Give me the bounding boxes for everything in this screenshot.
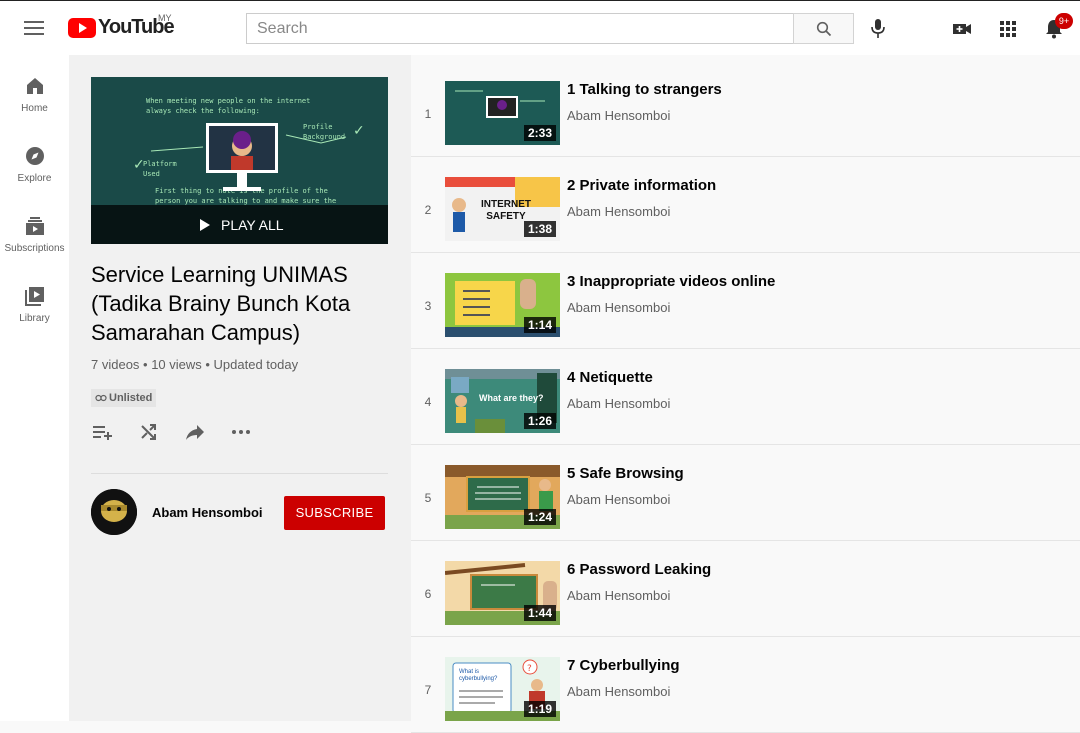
video-thumbnail[interactable]: 1:24 xyxy=(445,465,560,529)
thumbnail-caption: INTERNET SAFETY xyxy=(481,199,531,222)
library-icon xyxy=(24,287,44,306)
create-video-icon[interactable] xyxy=(950,17,974,41)
video-title[interactable]: 2 Private information xyxy=(567,177,716,194)
video-index: 5 xyxy=(424,491,432,505)
guide-item-explore[interactable]: Explore xyxy=(0,145,69,184)
video-thumbnail[interactable]: What are they? 1:26 xyxy=(445,369,560,433)
search-icon xyxy=(816,21,832,37)
thumbnail-caption: What are they? xyxy=(479,393,544,403)
guide-label-subscriptions: Subscriptions xyxy=(4,243,65,254)
play-all-button[interactable]: PLAY ALL xyxy=(199,217,284,233)
thumbnail-caption: What is cyberbullying? xyxy=(459,669,498,682)
guide-label-explore: Explore xyxy=(17,173,52,184)
video-title[interactable]: 5 Safe Browsing xyxy=(567,465,684,482)
video-duration: 1:14 xyxy=(523,317,556,333)
notification-badge: 9+ xyxy=(1055,13,1073,29)
menu-icon[interactable] xyxy=(24,21,44,35)
video-channel[interactable]: Abam Hensomboi xyxy=(567,300,670,315)
video-channel[interactable]: Abam Hensomboi xyxy=(567,108,670,123)
video-channel[interactable]: Abam Hensomboi xyxy=(567,588,670,603)
privacy-label: Unlisted xyxy=(109,392,153,404)
playlist-hero-thumbnail[interactable]: When meeting new people on the internet … xyxy=(91,77,388,244)
guide-item-home[interactable]: Home xyxy=(0,75,69,114)
link-icon xyxy=(95,394,107,402)
guide-item-library[interactable]: Library xyxy=(0,285,69,324)
shuffle-icon[interactable] xyxy=(139,422,159,447)
subscribe-button[interactable]: SUBSCRIBE xyxy=(284,496,385,530)
video-row[interactable]: 1 2:33 1 Talking to strangers Abam Henso… xyxy=(411,61,1080,157)
playlist-video-list: 1 2:33 1 Talking to strangers Abam Henso… xyxy=(411,55,1080,733)
youtube-logo[interactable]: YouTube MY xyxy=(68,13,175,39)
share-icon[interactable] xyxy=(185,422,205,447)
microphone-icon[interactable] xyxy=(868,18,888,40)
video-index: 4 xyxy=(424,395,432,409)
video-title[interactable]: 4 Netiquette xyxy=(567,369,653,386)
video-duration: 1:26 xyxy=(523,413,556,429)
video-duration: 1:19 xyxy=(523,701,556,717)
video-thumbnail[interactable]: INTERNET SAFETY 1:38 xyxy=(445,177,560,241)
apps-grid-icon[interactable] xyxy=(996,17,1020,41)
owner-divider xyxy=(91,473,388,474)
search-input[interactable]: Search xyxy=(246,13,794,44)
video-duration: 1:38 xyxy=(523,221,556,237)
playlist-sidebar: When meeting new people on the internet … xyxy=(69,55,411,721)
video-row[interactable]: 6 1:44 6 Password Leaking Abam Hensomboi xyxy=(411,541,1080,637)
svg-text:✓: ✓ xyxy=(353,123,365,139)
avatar-image xyxy=(91,489,137,535)
video-thumbnail[interactable]: 1:44 xyxy=(445,561,560,625)
video-index: 6 xyxy=(424,587,432,601)
guide-label-home: Home xyxy=(21,103,48,114)
playlist-title[interactable]: Service Learning UNIMAS (Tadika Brainy B… xyxy=(91,260,391,347)
video-index: 7 xyxy=(424,683,432,697)
video-channel[interactable]: Abam Hensomboi xyxy=(567,492,670,507)
more-actions-icon[interactable] xyxy=(231,422,251,447)
video-index: 2 xyxy=(424,203,432,217)
video-row[interactable]: 4 What are they? 1:26 4 Netiquette Abam … xyxy=(411,349,1080,445)
video-row[interactable]: 2 INTERNET SAFETY 1:38 2 Private informa… xyxy=(411,157,1080,253)
video-duration: 1:44 xyxy=(523,605,556,621)
guide-label-library: Library xyxy=(19,313,50,324)
video-duration: 1:24 xyxy=(523,509,556,525)
privacy-badge: Unlisted xyxy=(91,389,157,407)
video-title[interactable]: 6 Password Leaking xyxy=(567,561,711,578)
youtube-play-icon xyxy=(68,17,96,38)
video-index: 3 xyxy=(424,299,432,313)
hero-decorations: ✓ ✓ xyxy=(133,123,365,191)
video-row[interactable]: 5 1:24 5 Safe Browsing Abam Hensomboi xyxy=(411,445,1080,541)
video-duration: 2:33 xyxy=(523,125,556,141)
side-guide: Home Explore Subscriptions Library xyxy=(0,55,69,721)
video-channel[interactable]: Abam Hensomboi xyxy=(567,204,670,219)
country-code: MY xyxy=(158,13,172,23)
video-thumbnail[interactable]: 1:14 xyxy=(445,273,560,337)
video-title[interactable]: 7 Cyberbullying xyxy=(567,657,680,674)
subscriptions-icon xyxy=(25,217,44,235)
play-all-label: PLAY ALL xyxy=(221,217,284,233)
svg-text:✓: ✓ xyxy=(133,157,145,173)
play-icon xyxy=(200,219,210,231)
video-channel[interactable]: Abam Hensomboi xyxy=(567,396,670,411)
video-row[interactable]: 7 ? What is cyberbullying? 1:19 7 Cyberb… xyxy=(411,637,1080,733)
owner-name[interactable]: Abam Hensomboi xyxy=(152,505,263,520)
guide-item-subscriptions[interactable]: Subscriptions xyxy=(0,215,69,254)
video-thumbnail[interactable]: ? What is cyberbullying? 1:19 xyxy=(445,657,560,721)
compass-icon xyxy=(25,147,44,165)
search-button[interactable] xyxy=(793,13,854,44)
add-to-queue-icon[interactable] xyxy=(91,422,113,447)
owner-avatar[interactable] xyxy=(91,489,137,535)
top-bar: YouTube MY Search 9+ xyxy=(0,0,1080,55)
svg-text:?: ? xyxy=(527,664,532,674)
video-title[interactable]: 1 Talking to strangers xyxy=(567,81,722,98)
home-icon xyxy=(26,78,43,94)
video-thumbnail[interactable]: 2:33 xyxy=(445,81,560,145)
video-row[interactable]: 3 1:14 3 Inappropriate videos online Aba… xyxy=(411,253,1080,349)
video-title[interactable]: 3 Inappropriate videos online xyxy=(567,273,775,290)
video-index: 1 xyxy=(424,107,432,121)
video-channel[interactable]: Abam Hensomboi xyxy=(567,684,670,699)
playlist-stats: 7 videos • 10 views • Updated today xyxy=(91,357,299,372)
